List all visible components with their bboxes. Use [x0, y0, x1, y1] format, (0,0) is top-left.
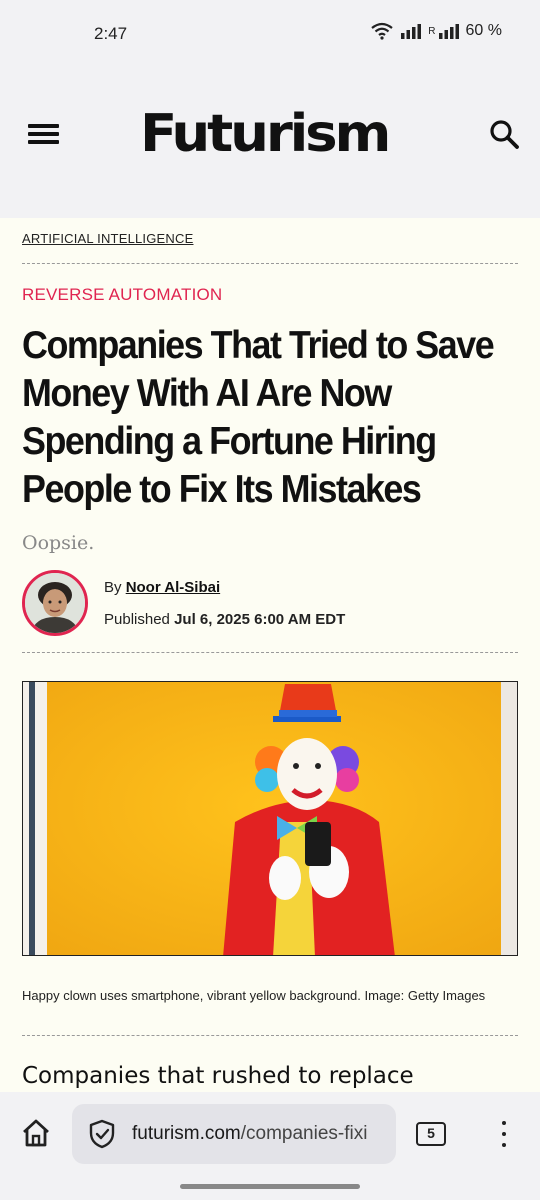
article-body-text: Companies that rushed to replace — [22, 1063, 414, 1089]
status-time: 2:47 — [94, 24, 128, 43]
wifi-icon — [371, 22, 393, 40]
battery-level: 60 % — [465, 22, 502, 39]
roaming-label: R — [428, 25, 436, 37]
headline-line: Money With AI Are Now — [22, 372, 392, 415]
url-domain: futurism.com — [132, 1123, 241, 1144]
address-bar[interactable]: futurism.com/companies-fixi — [72, 1104, 396, 1164]
article-content: ARTIFICIAL INTELLIGENCE REVERSE AUTOMATI… — [0, 218, 540, 1092]
author-link[interactable]: Noor Al-Sibai — [126, 579, 220, 596]
category-link[interactable]: ARTIFICIAL INTELLIGENCE — [22, 231, 193, 246]
search-icon[interactable] — [488, 118, 520, 150]
gesture-bar[interactable] — [180, 1184, 360, 1189]
article-kicker[interactable]: REVERSE AUTOMATION — [22, 285, 222, 305]
site-logo[interactable]: Futurism — [140, 104, 391, 164]
divider — [22, 1035, 518, 1036]
tab-count-button[interactable]: 5 — [416, 1122, 446, 1146]
author-avatar[interactable] — [22, 570, 88, 636]
publish-info: Published Jul 6, 2025 6:00 AM EDT — [104, 611, 345, 628]
article-dek: Oopsie. — [22, 532, 95, 554]
shield-icon[interactable] — [88, 1119, 116, 1149]
byline-prefix: By — [104, 579, 122, 596]
url-path: /companies-fixi — [240, 1123, 368, 1144]
browser-toolbar: futurism.com/companies-fixi 5 — [0, 1092, 540, 1200]
headline-line: People to Fix Its Mistakes — [22, 468, 422, 511]
hamburger-menu-icon[interactable] — [22, 116, 62, 152]
url-text: futurism.com/companies-fixi — [132, 1123, 367, 1145]
signal-roaming-icon — [438, 24, 459, 39]
article-headline: Companies That Tried to Save Money With … — [22, 322, 495, 514]
site-header: Futurism — [0, 56, 540, 218]
hero-image[interactable] — [22, 681, 518, 956]
byline: By Noor Al-Sibai — [104, 579, 220, 596]
more-options-icon[interactable] — [492, 1118, 516, 1150]
status-bar: 2:47 R 60 % — [0, 0, 540, 56]
signal-icon — [401, 24, 422, 39]
published-date: Jul 6, 2025 6:00 AM EDT — [174, 611, 346, 628]
published-prefix: Published — [104, 611, 170, 628]
status-icons: R 60 % — [370, 22, 502, 40]
image-caption: Happy clown uses smartphone, vibrant yel… — [22, 988, 486, 1003]
divider — [22, 652, 518, 653]
home-icon[interactable] — [20, 1117, 52, 1149]
headline-line: Companies That Tried to Save — [22, 324, 495, 367]
divider — [22, 263, 518, 264]
headline-line: Spending a Fortune Hiring — [22, 420, 437, 463]
